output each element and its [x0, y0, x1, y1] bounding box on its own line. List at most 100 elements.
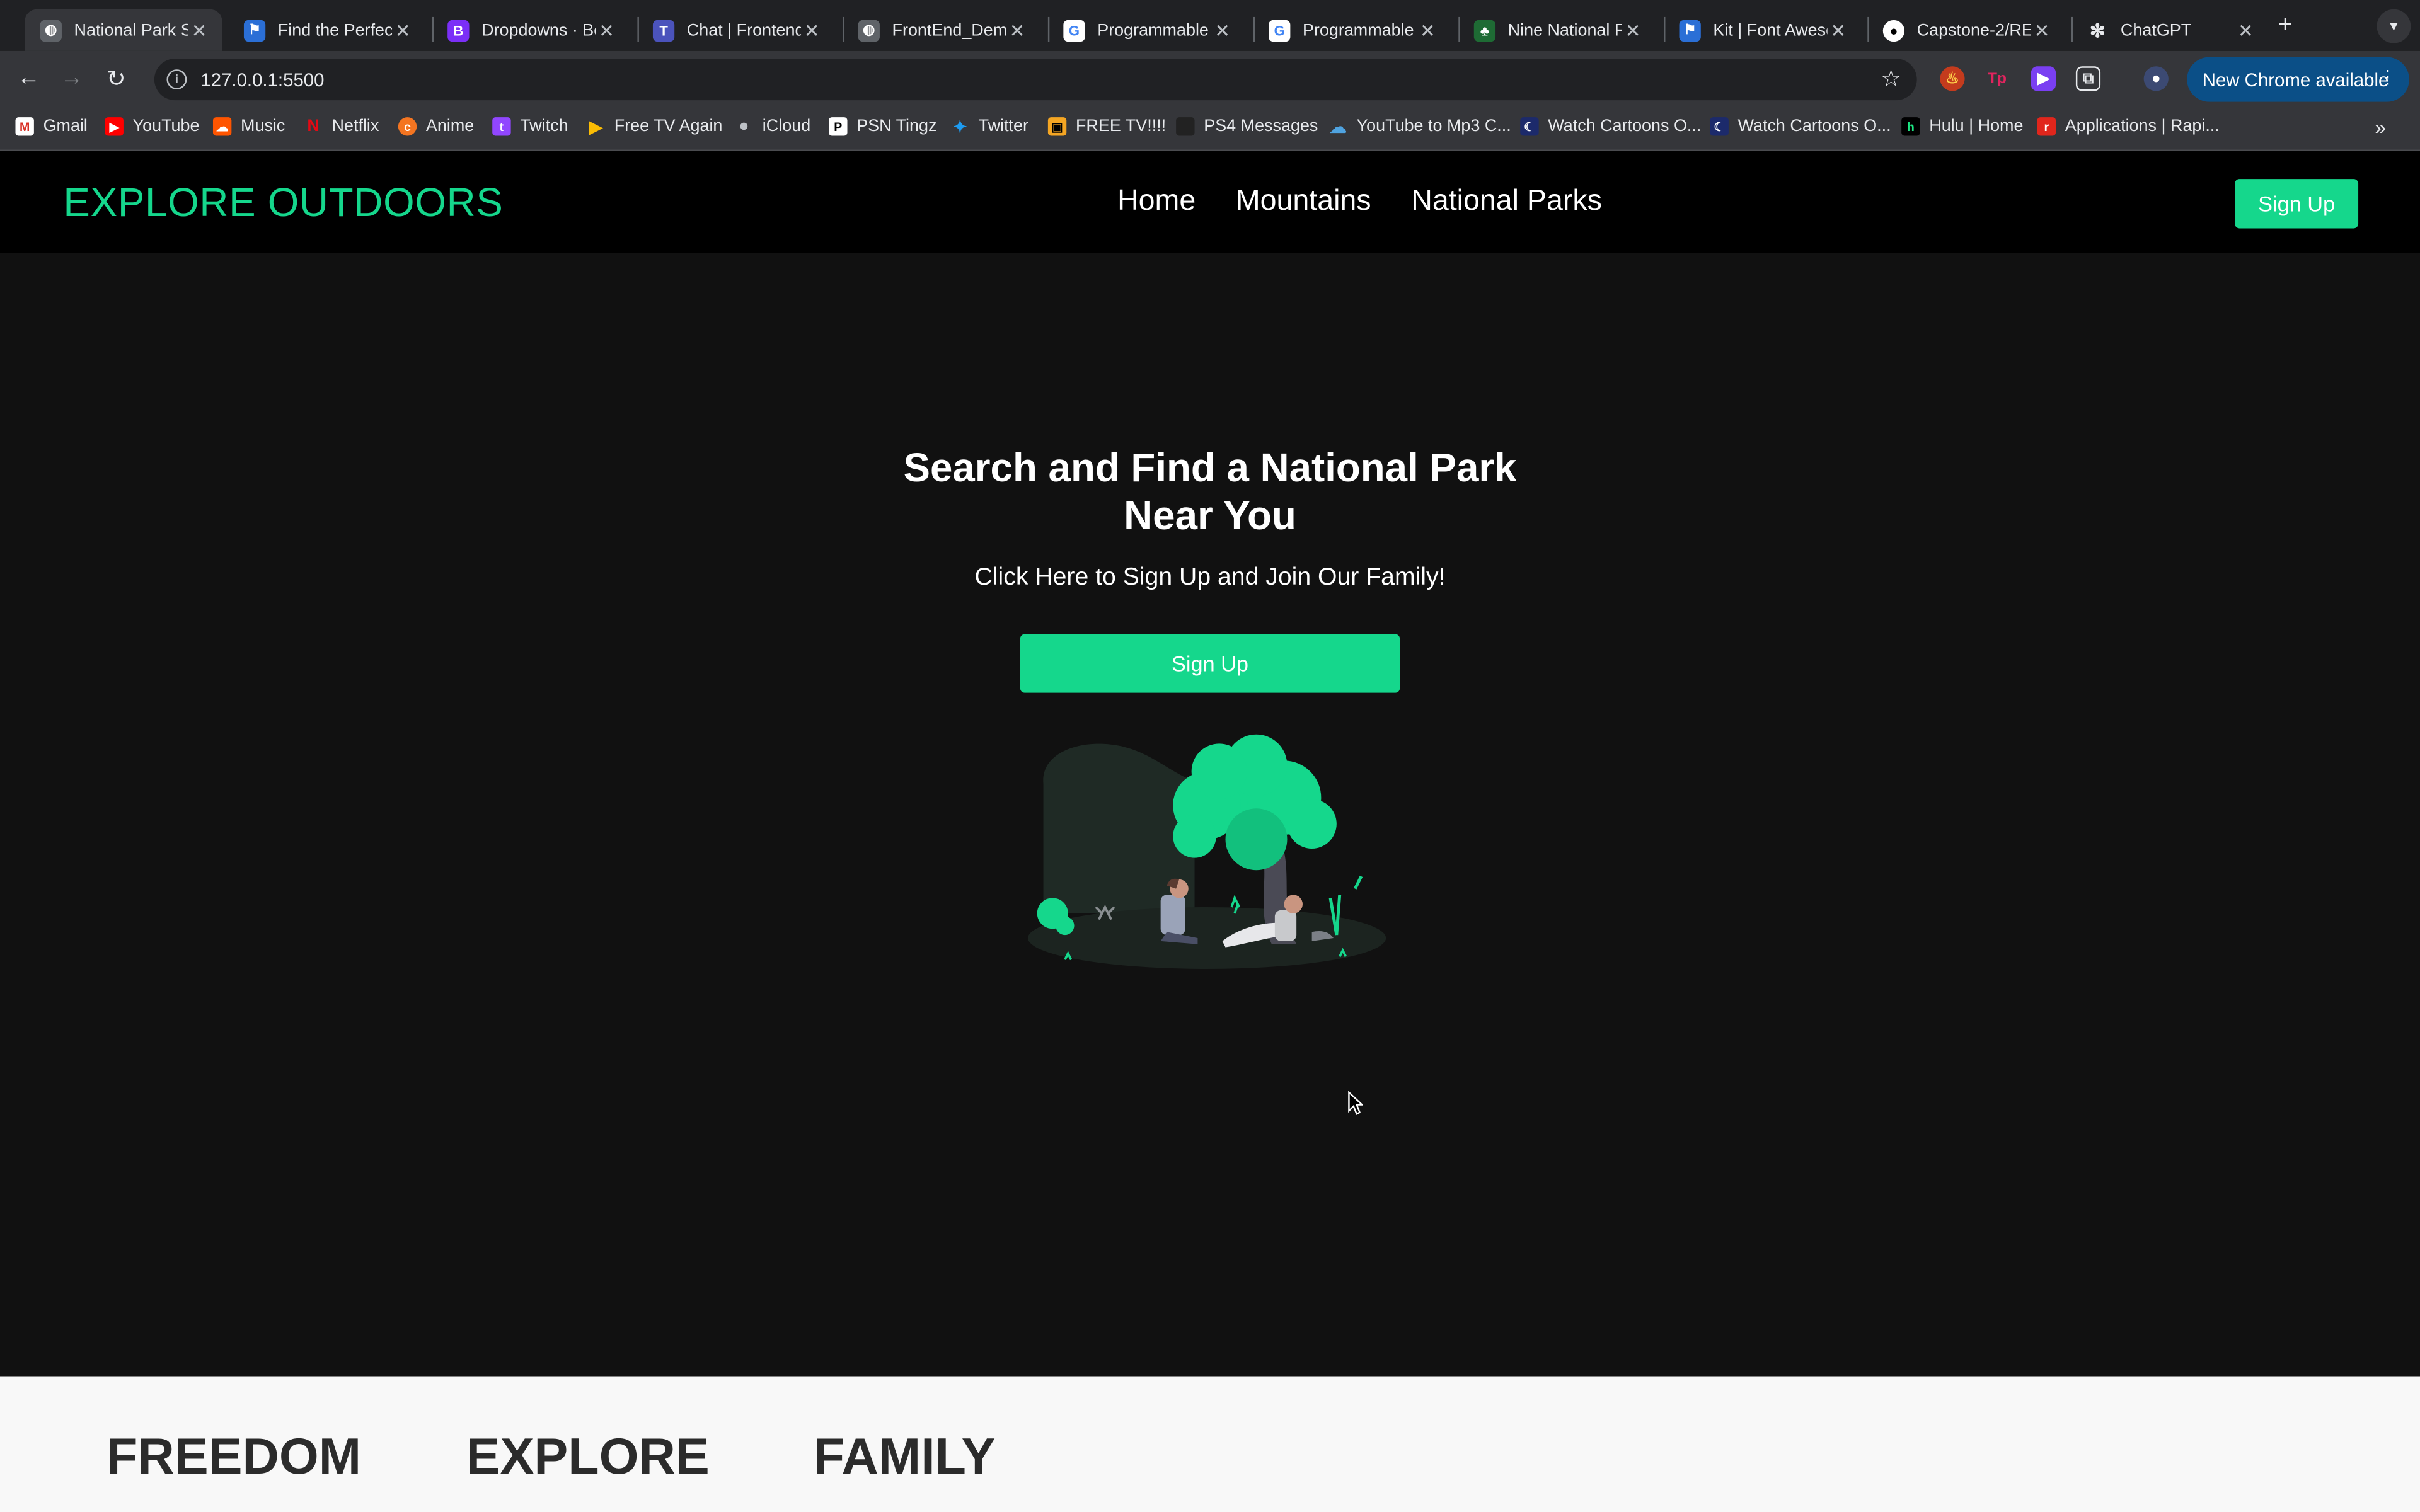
close-icon[interactable]: ✕ — [596, 20, 617, 41]
bookmark-free-tv[interactable]: ▣ FREE TV!!!! — [1047, 117, 1166, 136]
tab-programmable-1[interactable]: G Programmable S ✕ — [1048, 9, 1245, 51]
teams-icon: T — [652, 19, 675, 41]
cloud-icon: ☁ — [1329, 118, 1347, 137]
bookmark-gmail[interactable]: M Gmail — [15, 117, 88, 136]
cartoon-icon: ☾ — [1710, 117, 1729, 136]
new-tab-button[interactable]: + — [2278, 13, 2293, 40]
menu-dots-icon[interactable]: ⋮ — [2378, 66, 2397, 88]
close-icon[interactable]: ✕ — [1828, 20, 1849, 41]
tv-icon: ▣ — [1047, 117, 1067, 136]
close-icon[interactable]: ✕ — [1417, 20, 1438, 41]
message-icon — [1176, 117, 1195, 136]
profile-avatar[interactable]: ● — [2143, 66, 2169, 91]
flag-icon: ⚑ — [1679, 19, 1701, 41]
twitch-icon: t — [492, 117, 511, 136]
tab-strip: ◍ National Park Se ✕ ⚑ Find the Perfect … — [0, 0, 2420, 51]
bookmark-icloud[interactable]: ● iCloud — [735, 117, 810, 135]
bookmark-anime[interactable]: c Anime — [398, 117, 474, 136]
play-icon: ▶ — [589, 118, 602, 137]
tab-national-park[interactable]: ◍ National Park Se ✕ — [25, 9, 222, 51]
github-icon: ● — [1882, 19, 1905, 41]
bookmark-twitch[interactable]: t Twitch — [492, 117, 568, 136]
close-icon[interactable]: ✕ — [1622, 20, 1644, 41]
tab-capstone[interactable]: ● Capstone-2/REA ✕ — [1867, 9, 2065, 51]
tab-search-button[interactable]: ▾ — [2377, 9, 2411, 43]
close-icon[interactable]: ✕ — [801, 20, 822, 41]
value-explore: EXPLORE — [466, 1427, 710, 1484]
mouse-cursor-icon — [1348, 1091, 1363, 1115]
hero-title: Search and Find a National Park Near You — [903, 444, 1517, 539]
url-text[interactable]: 127.0.0.1:5500 — [200, 69, 324, 90]
bookmark-music[interactable]: ☁ Music — [212, 117, 285, 136]
tab-find-perfect[interactable]: ⚑ Find the Perfect ✕ — [228, 9, 425, 51]
close-icon[interactable]: ✕ — [1211, 20, 1233, 41]
nav-link-national-parks[interactable]: National Parks — [1411, 185, 1602, 219]
address-bar[interactable]: i 127.0.0.1:5500 ☆ — [154, 59, 1917, 101]
globe-icon: ◍ — [40, 19, 62, 41]
netflix-icon: N — [307, 117, 320, 136]
hero-section: Search and Find a National Park Near You… — [0, 253, 2420, 1377]
site-nav-links: Home Mountains National Parks — [1117, 185, 1602, 219]
globe-icon: ◍ — [858, 19, 880, 41]
tab-chatgpt[interactable]: ✻ ChatGPT ✕ — [2071, 9, 2269, 51]
tab-dropdowns[interactable]: B Dropdowns · Bo ✕ — [432, 9, 630, 51]
extension-purple-icon[interactable]: ▶ — [2031, 66, 2056, 91]
tab-nine-national[interactable]: ♣ Nine National Fo ✕ — [1458, 9, 1656, 51]
bookmark-psn[interactable]: P PSN Tingz — [829, 117, 936, 136]
reload-icon[interactable]: ↻ — [107, 65, 126, 93]
bookmark-youtube-mp3[interactable]: ☁ YouTube to Mp3 C... — [1329, 117, 1511, 137]
chevron-double-right-icon[interactable]: » — [2375, 116, 2386, 139]
bookmarks-bar: M Gmail ▶ YouTube ☁ Music N Netflix c Anime t… — [0, 108, 2420, 152]
google-icon: G — [1063, 19, 1085, 41]
close-icon[interactable]: ✕ — [2235, 20, 2256, 41]
youtube-icon: ▶ — [105, 117, 124, 136]
cartoon-icon: ☾ — [1520, 117, 1539, 136]
update-chrome-button[interactable]: New Chrome available ⋮ — [2187, 57, 2409, 102]
bookmark-rapid[interactable]: r Applications | Rapi... — [2037, 117, 2220, 136]
hero-signup-button[interactable]: Sign Up — [1020, 634, 1400, 693]
bookmark-watch-cartoons-2[interactable]: ☾ Watch Cartoons O... — [1710, 117, 1891, 136]
forward-icon[interactable]: → — [60, 65, 84, 91]
tree-icon: ♣ — [1473, 19, 1496, 41]
bookmark-netflix[interactable]: N Netflix — [304, 117, 379, 135]
crunchyroll-icon: c — [398, 117, 417, 136]
site-info-icon[interactable]: i — [166, 69, 187, 90]
hulu-icon: h — [1901, 117, 1920, 136]
nav-link-mountains[interactable]: Mountains — [1236, 185, 1371, 219]
bookmark-star-icon[interactable]: ☆ — [1881, 65, 1901, 93]
bookmark-ps4-messages[interactable]: PS4 Messages — [1176, 117, 1318, 136]
site-logo[interactable]: EXPLORE OUTDOORS — [63, 179, 503, 227]
openai-icon: ✻ — [2089, 19, 2106, 41]
extension-tp-icon[interactable]: Tp — [1985, 66, 2009, 91]
bookmark-watch-cartoons-1[interactable]: ☾ Watch Cartoons O... — [1520, 117, 1701, 136]
nav-link-home[interactable]: Home — [1117, 185, 1196, 219]
values-section: FREEDOM EXPLORE FAMILY — [0, 1376, 2420, 1512]
browser-toolbar: ← → ↻ i 127.0.0.1:5500 ☆ ♨ Tp ▶ ⧉ ● New … — [0, 50, 2420, 108]
close-icon[interactable]: ✕ — [188, 20, 210, 41]
value-freedom: FREEDOM — [106, 1427, 362, 1484]
bookmark-twitter[interactable]: ✦ Twitter — [951, 117, 1028, 137]
apple-icon: ● — [739, 117, 749, 136]
google-icon: G — [1269, 19, 1291, 41]
flag-icon: ⚑ — [243, 19, 266, 41]
header-signup-button[interactable]: Sign Up — [2235, 179, 2359, 229]
close-icon[interactable]: ✕ — [2031, 20, 2053, 41]
bookmark-free-tv-again[interactable]: ▶ Free TV Again — [587, 117, 722, 137]
bookmark-youtube[interactable]: ▶ YouTube — [105, 117, 199, 136]
rapid-icon: r — [2037, 117, 2056, 136]
bookmark-hulu[interactable]: h Hulu | Home — [1901, 117, 2023, 136]
back-icon[interactable]: ← — [17, 65, 40, 91]
tab-chat-frontend[interactable]: T Chat | Frontend ✕ — [637, 9, 834, 51]
twitter-icon: ✦ — [952, 118, 967, 137]
tab-programmable-2[interactable]: G Programmable S ✕ — [1253, 9, 1451, 51]
people-under-tree-illustration — [1028, 734, 1386, 969]
hero-subtitle: Click Here to Sign Up and Join Our Famil… — [974, 564, 1446, 591]
close-icon[interactable]: ✕ — [1006, 20, 1028, 41]
tab-font-awesome[interactable]: ⚑ Kit | Font Aweso ✕ — [1664, 9, 1861, 51]
extension-fire-icon[interactable]: ♨ — [1940, 66, 1965, 91]
close-icon[interactable]: ✕ — [392, 20, 413, 41]
value-family: FAMILY — [813, 1427, 996, 1484]
tab-frontend-demo[interactable]: ◍ FrontEnd_Demo ✕ — [843, 9, 1040, 51]
site-header: EXPLORE OUTDOORS Home Mountains National… — [0, 151, 2420, 253]
extensions-puzzle-icon[interactable]: ⧉ — [2075, 66, 2101, 91]
